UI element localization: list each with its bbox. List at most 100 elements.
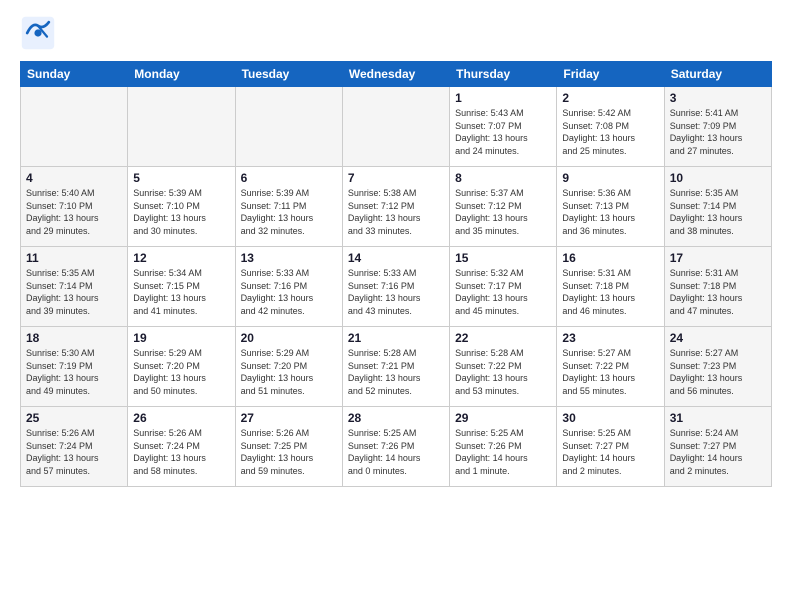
day-info: Sunrise: 5:37 AM Sunset: 7:12 PM Dayligh… <box>455 187 551 237</box>
day-info: Sunrise: 5:39 AM Sunset: 7:11 PM Dayligh… <box>241 187 337 237</box>
calendar-cell <box>128 87 235 167</box>
day-number: 25 <box>26 411 122 425</box>
calendar-cell: 12 Sunrise: 5:34 AM Sunset: 7:15 PM Dayli… <box>128 247 235 327</box>
week-row: 4 Sunrise: 5:40 AM Sunset: 7:10 PM Daylig… <box>21 167 772 247</box>
header <box>20 15 772 51</box>
logo <box>20 15 62 51</box>
day-number: 9 <box>562 171 658 185</box>
calendar-cell: 8Sunrise: 5:37 AM Sunset: 7:12 PM Daylig… <box>450 167 557 247</box>
calendar-cell: 19 Sunrise: 5:29 AM Sunset: 7:20 PM Dayli… <box>128 327 235 407</box>
day-number: 15 <box>455 251 551 265</box>
day-number: 10 <box>670 171 766 185</box>
day-number: 18 <box>26 331 122 345</box>
day-number: 29 <box>455 411 551 425</box>
day-info: Sunrise: 5:39 AM Sunset: 7:10 PM Dayligh… <box>133 187 229 237</box>
calendar-cell: 20Sunrise: 5:29 AM Sunset: 7:20 PM Dayli… <box>235 327 342 407</box>
day-number: 19 <box>133 331 229 345</box>
day-number: 27 <box>241 411 337 425</box>
day-info: Sunrise: 5:35 AM Sunset: 7:14 PM Dayligh… <box>26 267 122 317</box>
day-info: Sunrise: 5:27 AM Sunset: 7:22 PM Dayligh… <box>562 347 658 397</box>
day-number: 16 <box>562 251 658 265</box>
calendar-cell: 1Sunrise: 5:43 AM Sunset: 7:07 PM Daylig… <box>450 87 557 167</box>
calendar-cell: 23Sunrise: 5:27 AM Sunset: 7:22 PM Dayli… <box>557 327 664 407</box>
day-number: 24 <box>670 331 766 345</box>
day-info: Sunrise: 5:31 AM Sunset: 7:18 PM Dayligh… <box>670 267 766 317</box>
day-info: Sunrise: 5:35 AM Sunset: 7:14 PM Dayligh… <box>670 187 766 237</box>
week-row: 18 Sunrise: 5:30 AM Sunset: 7:19 PM Dayli… <box>21 327 772 407</box>
day-number: 2 <box>562 91 658 105</box>
days-of-week-row: SundayMondayTuesdayWednesdayThursdayFrid… <box>21 62 772 87</box>
day-info: Sunrise: 5:33 AM Sunset: 7:16 PM Dayligh… <box>348 267 444 317</box>
calendar-cell: 26 Sunrise: 5:26 AM Sunset: 7:24 PM Dayli… <box>128 407 235 487</box>
day-of-week-header: Tuesday <box>235 62 342 87</box>
week-row: 11Sunrise: 5:35 AM Sunset: 7:14 PM Dayli… <box>21 247 772 327</box>
day-info: Sunrise: 5:31 AM Sunset: 7:18 PM Dayligh… <box>562 267 658 317</box>
day-number: 4 <box>26 171 122 185</box>
day-number: 28 <box>348 411 444 425</box>
calendar-cell: 3 Sunrise: 5:41 AM Sunset: 7:09 PM Daylig… <box>664 87 771 167</box>
page: SundayMondayTuesdayWednesdayThursdayFrid… <box>0 0 792 612</box>
day-of-week-header: Friday <box>557 62 664 87</box>
day-number: 22 <box>455 331 551 345</box>
day-number: 1 <box>455 91 551 105</box>
day-info: Sunrise: 5:25 AM Sunset: 7:26 PM Dayligh… <box>455 427 551 477</box>
calendar-cell: 2Sunrise: 5:42 AM Sunset: 7:08 PM Daylig… <box>557 87 664 167</box>
day-number: 12 <box>133 251 229 265</box>
day-info: Sunrise: 5:25 AM Sunset: 7:26 PM Dayligh… <box>348 427 444 477</box>
calendar-header: SundayMondayTuesdayWednesdayThursdayFrid… <box>21 62 772 87</box>
day-info: Sunrise: 5:36 AM Sunset: 7:13 PM Dayligh… <box>562 187 658 237</box>
day-info: Sunrise: 5:41 AM Sunset: 7:09 PM Dayligh… <box>670 107 766 157</box>
day-number: 14 <box>348 251 444 265</box>
calendar-cell: 15 Sunrise: 5:32 AM Sunset: 7:17 PM Dayli… <box>450 247 557 327</box>
calendar-cell: 22Sunrise: 5:28 AM Sunset: 7:22 PM Dayli… <box>450 327 557 407</box>
day-info: Sunrise: 5:29 AM Sunset: 7:20 PM Dayligh… <box>241 347 337 397</box>
calendar-cell: 5Sunrise: 5:39 AM Sunset: 7:10 PM Daylig… <box>128 167 235 247</box>
calendar-cell: 31Sunrise: 5:24 AM Sunset: 7:27 PM Dayli… <box>664 407 771 487</box>
calendar-cell: 10 Sunrise: 5:35 AM Sunset: 7:14 PM Dayli… <box>664 167 771 247</box>
calendar-cell: 13 Sunrise: 5:33 AM Sunset: 7:16 PM Dayli… <box>235 247 342 327</box>
day-number: 13 <box>241 251 337 265</box>
calendar-cell: 14 Sunrise: 5:33 AM Sunset: 7:16 PM Dayli… <box>342 247 449 327</box>
day-of-week-header: Saturday <box>664 62 771 87</box>
day-info: Sunrise: 5:26 AM Sunset: 7:24 PM Dayligh… <box>26 427 122 477</box>
day-info: Sunrise: 5:30 AM Sunset: 7:19 PM Dayligh… <box>26 347 122 397</box>
day-of-week-header: Sunday <box>21 62 128 87</box>
day-info: Sunrise: 5:38 AM Sunset: 7:12 PM Dayligh… <box>348 187 444 237</box>
calendar-cell: 28 Sunrise: 5:25 AM Sunset: 7:26 PM Dayli… <box>342 407 449 487</box>
day-number: 21 <box>348 331 444 345</box>
day-info: Sunrise: 5:40 AM Sunset: 7:10 PM Dayligh… <box>26 187 122 237</box>
calendar-cell: 18 Sunrise: 5:30 AM Sunset: 7:19 PM Dayli… <box>21 327 128 407</box>
calendar-body: 1Sunrise: 5:43 AM Sunset: 7:07 PM Daylig… <box>21 87 772 487</box>
day-number: 6 <box>241 171 337 185</box>
day-number: 31 <box>670 411 766 425</box>
day-info: Sunrise: 5:29 AM Sunset: 7:20 PM Dayligh… <box>133 347 229 397</box>
day-info: Sunrise: 5:26 AM Sunset: 7:24 PM Dayligh… <box>133 427 229 477</box>
day-info: Sunrise: 5:32 AM Sunset: 7:17 PM Dayligh… <box>455 267 551 317</box>
day-number: 7 <box>348 171 444 185</box>
day-of-week-header: Thursday <box>450 62 557 87</box>
day-info: Sunrise: 5:33 AM Sunset: 7:16 PM Dayligh… <box>241 267 337 317</box>
calendar-cell: 17 Sunrise: 5:31 AM Sunset: 7:18 PM Dayli… <box>664 247 771 327</box>
day-info: Sunrise: 5:26 AM Sunset: 7:25 PM Dayligh… <box>241 427 337 477</box>
calendar-cell: 6 Sunrise: 5:39 AM Sunset: 7:11 PM Daylig… <box>235 167 342 247</box>
calendar-cell <box>235 87 342 167</box>
day-info: Sunrise: 5:27 AM Sunset: 7:23 PM Dayligh… <box>670 347 766 397</box>
day-info: Sunrise: 5:34 AM Sunset: 7:15 PM Dayligh… <box>133 267 229 317</box>
calendar-cell: 16 Sunrise: 5:31 AM Sunset: 7:18 PM Dayli… <box>557 247 664 327</box>
day-number: 3 <box>670 91 766 105</box>
calendar-cell: 4 Sunrise: 5:40 AM Sunset: 7:10 PM Daylig… <box>21 167 128 247</box>
calendar-cell <box>342 87 449 167</box>
calendar-cell: 7 Sunrise: 5:38 AM Sunset: 7:12 PM Daylig… <box>342 167 449 247</box>
day-of-week-header: Wednesday <box>342 62 449 87</box>
logo-icon <box>20 15 56 51</box>
calendar-cell: 30 Sunrise: 5:25 AM Sunset: 7:27 PM Dayli… <box>557 407 664 487</box>
day-number: 30 <box>562 411 658 425</box>
day-number: 26 <box>133 411 229 425</box>
day-number: 17 <box>670 251 766 265</box>
day-info: Sunrise: 5:25 AM Sunset: 7:27 PM Dayligh… <box>562 427 658 477</box>
calendar-cell: 25 Sunrise: 5:26 AM Sunset: 7:24 PM Dayli… <box>21 407 128 487</box>
calendar-cell <box>21 87 128 167</box>
calendar-cell: 9 Sunrise: 5:36 AM Sunset: 7:13 PM Daylig… <box>557 167 664 247</box>
day-info: Sunrise: 5:28 AM Sunset: 7:21 PM Dayligh… <box>348 347 444 397</box>
calendar: SundayMondayTuesdayWednesdayThursdayFrid… <box>20 61 772 487</box>
